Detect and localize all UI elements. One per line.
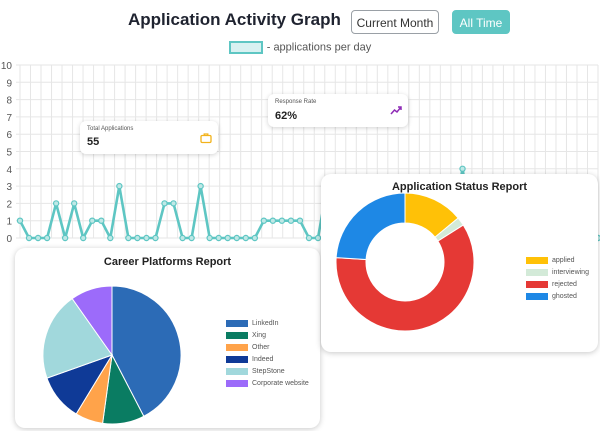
legend-swatch xyxy=(226,343,248,351)
legend-item[interactable]: StepStone xyxy=(226,367,309,379)
data-point[interactable] xyxy=(314,234,322,242)
y-tick-label: 10 xyxy=(1,61,13,72)
current-month-button[interactable]: Current Month xyxy=(351,10,439,34)
data-point[interactable] xyxy=(161,200,168,207)
data-point[interactable] xyxy=(89,217,96,224)
legend-label: ghosted xyxy=(552,293,577,300)
legend-item[interactable]: LinkedIn xyxy=(226,319,309,331)
data-point[interactable] xyxy=(61,234,69,242)
data-point[interactable] xyxy=(179,234,186,242)
data-point[interactable] xyxy=(278,217,286,224)
y-tick-label: 2 xyxy=(6,199,12,210)
legend-swatch xyxy=(526,268,548,276)
data-point[interactable] xyxy=(233,234,240,242)
legend-item[interactable]: rejected xyxy=(526,280,589,292)
legend-item[interactable]: Xing xyxy=(226,331,309,343)
legend-swatch xyxy=(228,41,263,54)
legend-swatch xyxy=(526,256,548,264)
data-point[interactable] xyxy=(116,182,123,190)
legend-label: Corporate website xyxy=(252,380,309,387)
legend-label: - applications per day xyxy=(266,41,372,54)
status-legend[interactable]: applied interviewing rejected ghosted xyxy=(526,256,589,304)
legend-label: interviewing xyxy=(552,269,589,276)
data-point[interactable] xyxy=(242,234,249,242)
legend-item[interactable]: interviewing xyxy=(526,268,589,280)
y-tick-label: 9 xyxy=(6,78,12,89)
data-point[interactable] xyxy=(16,217,24,224)
total-applications-value: 55 xyxy=(87,136,100,148)
data-point[interactable] xyxy=(305,234,313,242)
y-tick-label: 6 xyxy=(6,130,12,141)
total-applications-card: Total Applications 55 xyxy=(80,121,218,154)
data-point[interactable] xyxy=(125,234,132,242)
legend-swatch xyxy=(226,367,248,375)
legend-item[interactable]: Indeed xyxy=(226,355,309,367)
legend-swatch xyxy=(226,319,248,327)
data-point[interactable] xyxy=(206,234,213,242)
page-title: Application Activity Graph xyxy=(128,10,341,29)
data-point[interactable] xyxy=(197,182,204,190)
data-point[interactable] xyxy=(170,200,177,207)
legend-swatch xyxy=(226,355,248,363)
data-point[interactable] xyxy=(143,234,150,242)
data-point[interactable] xyxy=(25,234,33,242)
data-point[interactable] xyxy=(224,234,231,242)
legend-item[interactable]: applied xyxy=(526,256,589,268)
data-point[interactable] xyxy=(80,234,87,242)
data-point[interactable] xyxy=(287,217,295,224)
legend-label: Xing xyxy=(252,332,267,339)
slice-ghosted[interactable] xyxy=(335,192,406,261)
chart-legend[interactable]: - applications per day xyxy=(0,41,600,54)
total-applications-label: Total Applications xyxy=(87,126,134,132)
data-point[interactable] xyxy=(269,217,277,224)
data-point[interactable] xyxy=(260,217,268,224)
legend-label: rejected xyxy=(552,281,577,288)
data-point[interactable] xyxy=(70,200,78,207)
all-time-button[interactable]: All Time xyxy=(452,10,510,34)
data-point[interactable] xyxy=(43,234,51,242)
y-tick-label: 3 xyxy=(6,182,12,193)
y-tick-label: 0 xyxy=(6,234,12,245)
data-point[interactable] xyxy=(134,234,141,242)
y-tick-label: 5 xyxy=(6,148,12,159)
data-point[interactable] xyxy=(459,165,466,172)
platforms-legend[interactable]: LinkedIn Xing Other Indeed StepStone Corporat… xyxy=(226,319,309,391)
data-point[interactable] xyxy=(215,234,222,242)
data-point[interactable] xyxy=(152,234,159,242)
career-platforms-title: Career Platforms Report xyxy=(103,256,232,268)
legend-swatch xyxy=(226,331,248,339)
legend-item[interactable]: ghosted xyxy=(526,292,589,304)
y-tick-label: 1 xyxy=(6,217,12,228)
trending-up-icon xyxy=(390,106,402,115)
response-rate-label: Response Rate xyxy=(275,99,317,105)
legend-item[interactable]: Corporate website xyxy=(226,379,309,391)
data-point[interactable] xyxy=(34,234,42,242)
legend-swatch xyxy=(226,379,248,387)
data-point[interactable] xyxy=(188,234,195,242)
data-point[interactable] xyxy=(296,217,304,224)
y-tick-label: 4 xyxy=(6,165,12,176)
data-point[interactable] xyxy=(251,234,259,242)
briefcase-icon xyxy=(200,133,212,144)
data-point[interactable] xyxy=(52,200,60,207)
y-tick-label: 8 xyxy=(6,96,12,107)
legend-label: Indeed xyxy=(252,356,274,363)
legend-label: applied xyxy=(552,257,575,264)
legend-label: StepStone xyxy=(252,368,285,375)
data-point[interactable] xyxy=(98,217,105,224)
y-tick-label: 7 xyxy=(6,113,12,124)
application-status-title: Application Status Report xyxy=(391,181,528,193)
legend-item[interactable]: Other xyxy=(226,343,309,355)
data-point[interactable] xyxy=(107,234,114,242)
legend-label: Other xyxy=(252,344,270,351)
legend-label: LinkedIn xyxy=(252,320,279,327)
response-rate-card: Response Rate 62% xyxy=(268,94,408,127)
career-platforms-card: Career Platforms Report LinkedIn Xing Othe… xyxy=(15,248,320,428)
application-status-card: Application Status Report applied intervi… xyxy=(321,174,598,352)
legend-swatch xyxy=(526,280,548,288)
legend-swatch xyxy=(526,292,548,300)
response-rate-value: 62% xyxy=(275,110,298,122)
